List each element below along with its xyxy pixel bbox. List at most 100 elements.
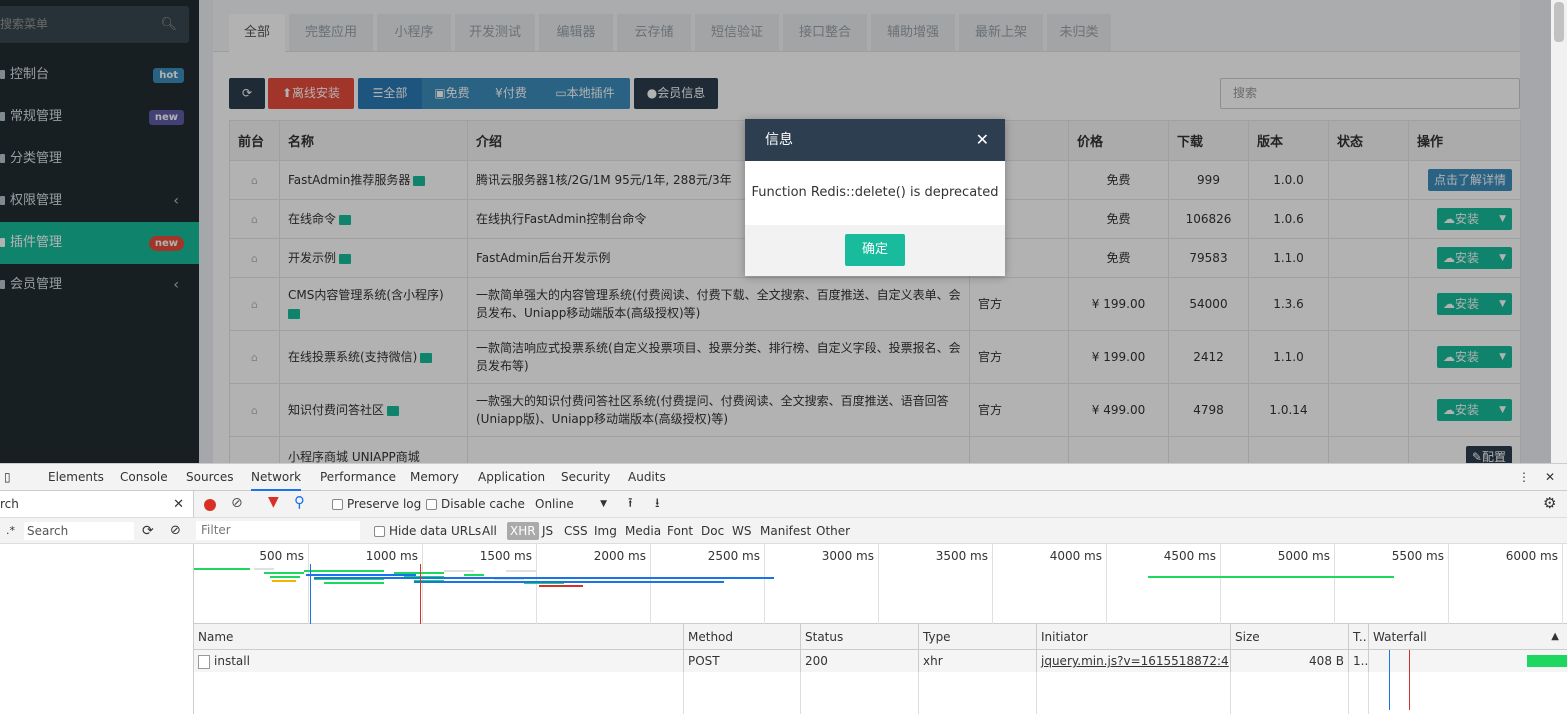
hide-data-urls-label: Hide data URLs — [389, 524, 482, 538]
fastadmin-app: 搜索菜单 🔍︎ 控制台 hot 常规管理 new 分类管理 权限管理 ‹ 插件管… — [0, 0, 1567, 463]
tab-security[interactable]: Security — [561, 464, 610, 491]
timeline-gridline — [1334, 544, 1335, 624]
timeline-label: 1500 ms — [479, 549, 532, 563]
clear-icon[interactable]: ⊘ — [170, 518, 181, 544]
timeline-label: 5000 ms — [1277, 549, 1330, 563]
hide-data-urls-checkbox[interactable]: Hide data URLs — [374, 524, 481, 538]
column-status[interactable]: Status — [800, 624, 918, 649]
dialog-header: 信息 ✕ — [745, 119, 1005, 161]
request-type: xhr — [918, 650, 1036, 672]
search-sidebar: rch ✕ .* Search ⟳ ⊘ — [0, 491, 194, 714]
timeline-label: 1000 ms — [365, 549, 418, 563]
close-icon[interactable]: ✕ — [173, 491, 184, 518]
page-scrollbar[interactable] — [1551, 0, 1567, 463]
network-overview-timeline[interactable]: 500 ms 1000 ms 1500 ms 2000 ms 2500 ms 3000 m… — [194, 544, 1567, 624]
column-method[interactable]: Method — [683, 624, 800, 649]
timeline-label: 6000 ms — [1505, 549, 1558, 563]
export-icon[interactable]: ⭳ — [655, 494, 660, 516]
more-menu-icon[interactable]: ⋮ — [1518, 464, 1530, 491]
timeline-label: 3500 ms — [935, 549, 988, 563]
timeline-gridline — [992, 544, 993, 624]
timeline-bar — [539, 585, 583, 587]
column-time[interactable]: T.. — [1348, 624, 1368, 649]
column-name[interactable]: Name — [194, 624, 683, 649]
filter-font[interactable]: Font — [667, 518, 693, 544]
timeline-label: 500 ms — [259, 549, 304, 563]
filter-all[interactable]: All — [482, 518, 497, 544]
timeline-label: 3000 ms — [821, 549, 874, 563]
gear-icon[interactable]: ⚙ — [1543, 494, 1556, 512]
request-row[interactable]: install POST 200 xhr jquery.min.js?v=161… — [194, 650, 1567, 710]
tab-audits[interactable]: Audits — [628, 464, 666, 491]
throttling-value: Online — [535, 497, 574, 511]
timeline-bar — [1148, 576, 1394, 578]
timeline-bar — [272, 580, 296, 582]
search-input[interactable]: Search — [24, 522, 134, 540]
filter-manifest[interactable]: Manifest — [760, 518, 811, 544]
tab-application[interactable]: Application — [478, 464, 545, 491]
clear-icon[interactable]: ⊘ — [231, 495, 243, 511]
request-initiator-link[interactable]: jquery.min.js?v=1615518872:4 — [1036, 650, 1230, 672]
preserve-log-checkbox[interactable]: Preserve log — [332, 497, 421, 511]
dom-content-loaded-line — [310, 564, 311, 624]
chevron-down-icon: ▼ — [600, 499, 607, 509]
tab-sources[interactable]: Sources — [186, 464, 233, 491]
network-filterbar: Filter Hide data URLs All XHR JS CSS Img… — [194, 518, 1567, 544]
tab-network[interactable]: Network — [251, 464, 302, 491]
timeline-label: 5500 ms — [1391, 549, 1444, 563]
request-table-empty — [194, 672, 1567, 714]
device-toolbar-icon[interactable]: ▯ — [4, 464, 22, 491]
tab-memory[interactable]: Memory — [410, 464, 459, 491]
column-waterfall[interactable]: Waterfall ▲ — [1368, 624, 1567, 649]
filter-icon[interactable]: ▼ — [268, 494, 279, 510]
filter-js[interactable]: JS — [542, 518, 553, 544]
tab-performance[interactable]: Performance — [320, 464, 396, 491]
timeline-bar — [194, 568, 250, 570]
network-toolbar: ⊘ ▼ ⚲ Preserve log Disable cache Online ▼… — [194, 491, 1567, 518]
timeline-gridline — [764, 544, 765, 624]
record-icon[interactable] — [204, 499, 216, 511]
filter-xhr[interactable]: XHR — [507, 522, 539, 540]
file-icon — [198, 654, 210, 669]
scrollbar-thumb[interactable] — [1554, 2, 1564, 42]
filter-img[interactable]: Img — [594, 518, 617, 544]
timeline-bar — [394, 572, 444, 574]
filter-doc[interactable]: Doc — [701, 518, 724, 544]
close-devtools-icon[interactable]: ✕ — [1545, 464, 1555, 491]
timeline-bar — [264, 572, 304, 574]
request-status: 200 — [800, 650, 918, 672]
ok-button[interactable]: 确定 — [845, 234, 905, 266]
timeline-gridline — [1562, 544, 1563, 624]
search-icon[interactable]: ⚲ — [294, 493, 305, 511]
timeline-gridline — [1106, 544, 1107, 624]
throttling-select[interactable]: Online ▼ — [535, 491, 607, 518]
timeline-label: 4500 ms — [1163, 549, 1216, 563]
close-icon[interactable]: ✕ — [976, 119, 989, 161]
timeline-bar — [414, 581, 724, 583]
filter-media[interactable]: Media — [625, 518, 661, 544]
import-icon[interactable]: ⭱ — [628, 494, 633, 516]
search-sidebar-header: rch ✕ — [0, 491, 194, 518]
filter-other[interactable]: Other — [816, 518, 850, 544]
search-tab-label[interactable]: rch — [0, 497, 19, 511]
tab-console[interactable]: Console — [120, 464, 168, 491]
regex-icon[interactable]: .* — [6, 518, 15, 544]
request-table-header: Name Method Status Type Initiator Size T… — [194, 624, 1567, 650]
timeline-gridline — [422, 544, 423, 624]
filter-ws[interactable]: WS — [732, 518, 751, 544]
filter-css[interactable]: CSS — [564, 518, 588, 544]
preserve-log-label: Preserve log — [347, 497, 422, 511]
timeline-label: 2000 ms — [593, 549, 646, 563]
tab-elements[interactable]: Elements — [48, 464, 104, 491]
disable-cache-checkbox[interactable]: Disable cache — [426, 497, 525, 511]
search-query-bar: .* Search ⟳ ⊘ — [0, 518, 194, 544]
info-dialog: 信息 ✕ Function Redis::delete() is depreca… — [745, 119, 1005, 276]
refresh-icon[interactable]: ⟳ — [142, 518, 154, 544]
column-initiator[interactable]: Initiator — [1036, 624, 1230, 649]
waterfall-bar — [1527, 655, 1567, 667]
filter-input[interactable]: Filter — [196, 521, 360, 540]
dialog-footer: 确定 — [745, 225, 1005, 276]
column-size[interactable]: Size — [1230, 624, 1348, 649]
checkbox-box — [374, 526, 385, 537]
column-type[interactable]: Type — [918, 624, 1036, 649]
